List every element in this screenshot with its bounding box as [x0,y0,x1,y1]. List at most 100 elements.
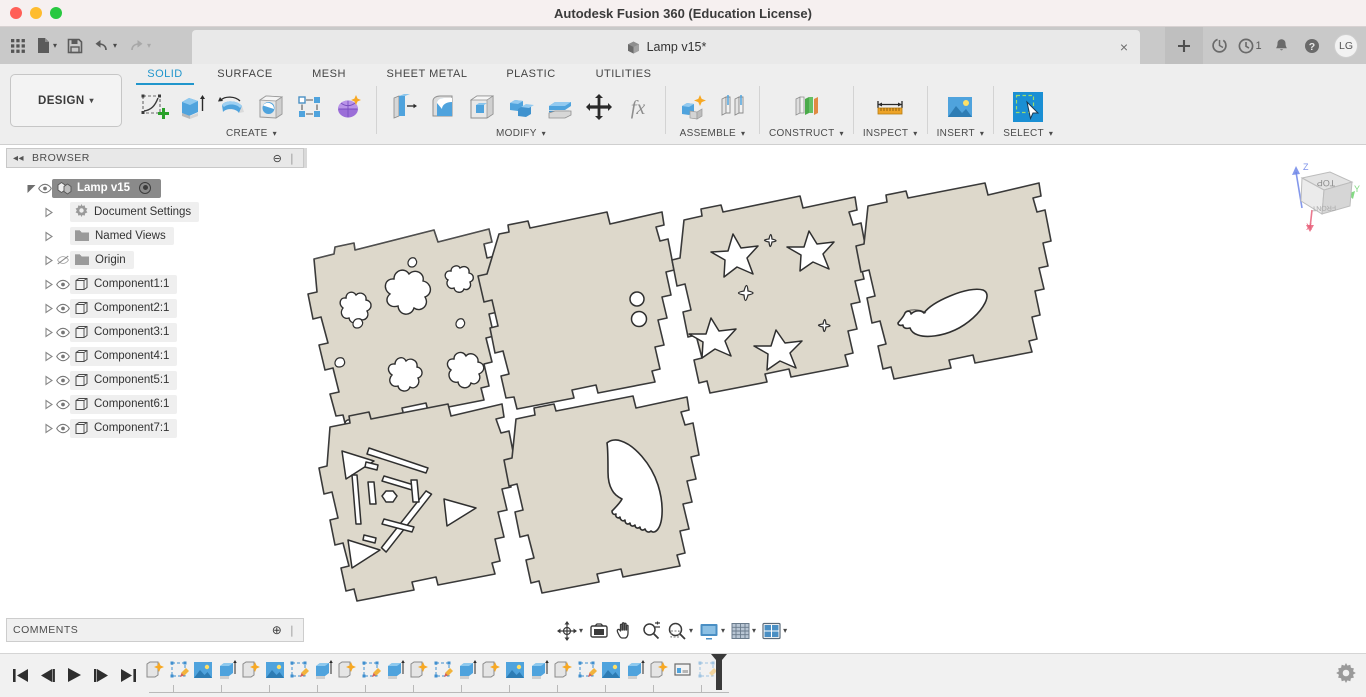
tree-row-component5[interactable]: Component5:1 [6,368,304,392]
step-back-button[interactable] [39,668,56,683]
timeline-sketch-icon[interactable] [335,657,359,683]
expand-arrow-icon[interactable] [42,278,56,290]
expand-arrow-icon[interactable] [42,254,56,266]
viewport-layout-icon[interactable]: ▾ [760,619,789,643]
visibility-eye-icon[interactable] [56,375,70,386]
play-button[interactable] [66,667,83,683]
panel-circles[interactable] [477,211,675,410]
panel-assemble-title[interactable]: ASSEMBLE ▾ [680,128,746,139]
timeline-body-icon[interactable] [455,657,479,683]
timeline-body-icon[interactable] [527,657,551,683]
fillet-icon[interactable] [425,88,461,126]
visibility-eye-icon[interactable] [56,303,70,314]
expand-arrow-icon[interactable] [42,398,56,410]
extrude-icon[interactable] [175,88,211,126]
timeline-body-icon[interactable] [623,657,647,683]
panel-stars[interactable] [671,195,868,394]
visibility-eye-icon[interactable] [38,183,52,194]
create-sketch-icon[interactable] [136,88,172,126]
expand-arrow-icon[interactable] [42,206,56,218]
new-file-icon[interactable]: ▾ [32,33,61,59]
tree-row-component3[interactable]: Component3:1 [6,320,304,344]
step-forward-button[interactable] [93,668,110,683]
offset-plane-icon[interactable] [788,88,824,126]
shell-icon[interactable] [464,88,500,126]
tree-row-component7[interactable]: Component7:1 [6,416,304,440]
timeline-body-icon[interactable] [383,657,407,683]
workspace-switcher-button[interactable]: DESIGN ▾ [10,74,122,127]
tree-item-label[interactable]: Component6:1 [70,394,178,414]
timeline-image-icon[interactable] [263,657,287,683]
panel-inspect-title[interactable]: INSPECT ▾ [863,128,918,139]
pan-icon[interactable] [613,619,637,643]
app-grid-icon[interactable] [6,33,30,59]
timeline-extrude-icon[interactable] [431,657,455,683]
tree-item-label[interactable]: Component1:1 [70,274,178,294]
expand-arrow-icon[interactable] [42,326,56,338]
tree-item-label[interactable]: Named Views [70,227,174,245]
tree-row-component4[interactable]: Component4:1 [6,344,304,368]
jump-end-button[interactable] [120,668,137,683]
tree-root-label[interactable]: Lamp v15 [52,178,162,198]
timeline-split-icon[interactable] [671,657,695,683]
chevron-down-icon[interactable]: ▾ [783,627,787,635]
panel-insert-title[interactable]: INSERT ▾ [937,128,985,139]
measure-icon[interactable] [872,88,908,126]
tree-item-label[interactable]: Component3:1 [70,322,178,342]
job-status-icon[interactable]: 1 [1235,27,1265,64]
panel-resize-handle[interactable]: ❘ [287,624,297,637]
tree-row-component6[interactable]: Component6:1 [6,392,304,416]
expand-arrow-icon[interactable] [42,230,56,242]
fit-icon[interactable]: ▾ [665,619,695,643]
panel-triangles[interactable] [318,403,516,602]
close-icon[interactable]: × [1120,40,1128,54]
viewcube[interactable]: Z Y X TOP FRONT [1292,162,1360,232]
tree-row-named-views[interactable]: Named Views [6,224,304,248]
chevron-down-icon[interactable]: ▾ [689,627,693,635]
panel-leaf-right[interactable] [855,182,1052,380]
help-icon[interactable]: ? [1297,27,1327,64]
timeline-image-icon[interactable] [503,657,527,683]
pattern-icon[interactable] [292,88,328,126]
press-pull-icon[interactable] [386,88,422,126]
chevron-down-icon[interactable]: ▾ [53,41,57,50]
joint-icon[interactable] [714,88,750,126]
insert-image-icon[interactable] [942,88,978,126]
tree-row-component1[interactable]: Component1:1 [6,272,304,296]
timeline-extrude-icon[interactable] [359,657,383,683]
undo-icon[interactable]: ▾ [89,33,121,59]
visibility-eye-icon[interactable] [56,351,70,362]
panel-resize-handle[interactable]: ❘ [287,152,297,165]
add-comment-icon[interactable]: ⊕ [272,623,283,637]
look-at-icon[interactable] [587,619,611,643]
tree-row-document-settings[interactable]: Document Settings [6,200,304,224]
panel-flowers[interactable] [307,228,503,440]
panel-modify-title[interactable]: MODIFY ▾ [496,128,546,139]
visibility-eye-off-icon[interactable] [56,254,70,266]
chevron-down-icon[interactable]: ▾ [752,627,756,635]
split-face-icon[interactable] [542,88,578,126]
tab-utilities[interactable]: UTILITIES [576,65,671,84]
sphere-icon[interactable] [253,88,289,126]
change-parameters-icon[interactable]: fx [620,88,656,126]
grid-snaps-icon[interactable]: ▾ [729,619,758,643]
chevron-down-icon[interactable]: ▾ [579,627,583,635]
timeline-image-icon[interactable] [191,657,215,683]
timeline-image-icon[interactable] [599,657,623,683]
activate-component-radio[interactable] [139,181,152,194]
chevron-down-icon[interactable]: ▾ [113,41,117,50]
tree-item-label[interactable]: Component5:1 [70,370,178,390]
tree-item-label[interactable]: Component4:1 [70,346,178,366]
create-form-icon[interactable] [331,88,367,126]
tree-row-origin[interactable]: Origin [6,248,304,272]
expand-arrow-icon[interactable] [42,422,56,434]
tree-row-root[interactable]: Lamp v15 [6,176,304,200]
sync-icon[interactable] [1204,27,1234,64]
orbit-icon[interactable]: ▾ [555,619,585,643]
revolve-icon[interactable] [214,88,250,126]
select-icon[interactable] [1010,88,1046,126]
redo-icon[interactable]: ▾ [123,33,155,59]
tab-solid[interactable]: SOLID [130,65,200,85]
tree-row-component2[interactable]: Component2:1 [6,296,304,320]
notifications-bell-icon[interactable] [1266,27,1296,64]
